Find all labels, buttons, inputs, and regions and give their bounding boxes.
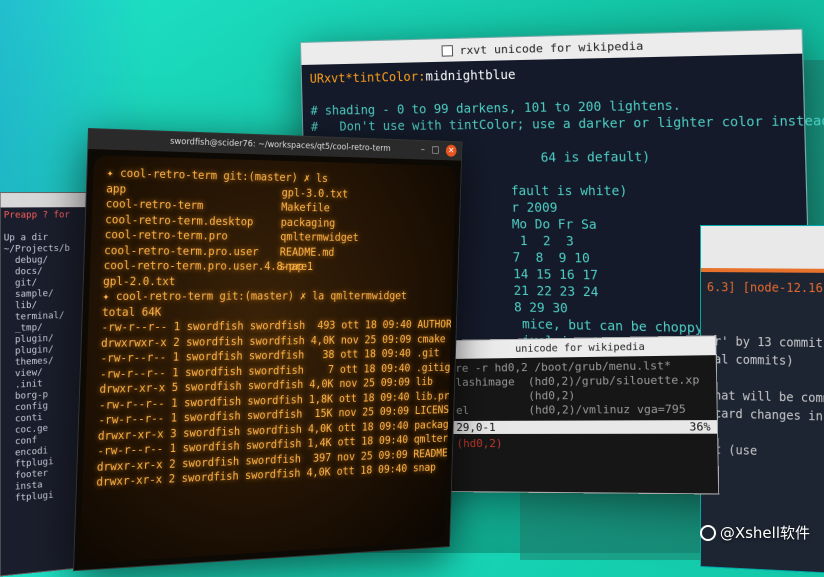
close-button[interactable]: ✕ — [446, 145, 457, 157]
vim-line: el (hd0,2)/vmlinuz vga=795 — [456, 402, 710, 418]
rxvt-small-window[interactable]: unicode for wikipedia re -r hd0,2 /boot/… — [448, 335, 719, 494]
vim-scroll-percent: 36% — [689, 420, 710, 434]
crt-screen[interactable]: ✦ cool-retro-term git:(master) ✗ ls appg… — [80, 155, 456, 564]
crt-ls-entry: README.md — [280, 244, 335, 259]
vim-line: lashimage (hd0,2)/grub/silouette.xp — [455, 373, 709, 390]
rxvt-title: rxvt unicode for wikipedia — [459, 39, 643, 57]
crt-ls-entry: snap — [279, 259, 304, 274]
rxvt-small-title: unicode for wikipedia — [515, 341, 645, 354]
git-line: cal commits) — [707, 350, 824, 372]
git-window-header — [701, 226, 824, 273]
git-line — [707, 296, 824, 316]
vim-content[interactable]: re -r hd0,2 /boot/grub/menu.lst*lashimag… — [449, 355, 717, 421]
crt-ls-row: gpl-2.0.txt — [103, 274, 441, 289]
terminal-icon — [442, 45, 454, 57]
rxvt-resource-value: midnightblue — [425, 67, 515, 83]
vim-cursor-position: 29,0-1 — [456, 421, 495, 434]
vim-status-line: 29,0-1 36% — [450, 420, 717, 434]
git-terminal-content[interactable]: 6.3] [node-12.16 er' by 13 commitscal co… — [701, 272, 824, 470]
crt-la-output: -rw-r--r-- 1 swordfish swordfish 493 ott… — [96, 317, 440, 490]
crt-ls-row: cool-retro-term.pro.user.4.8-pre1snap — [103, 258, 441, 274]
crt-ls-entry: cool-retro-term.pro.user — [104, 243, 280, 260]
git-line: it (use — [707, 440, 824, 464]
watermark-text: @Xshell软件 — [720, 522, 810, 543]
crt-ls-entry: gpl-2.0.txt — [103, 274, 279, 289]
crt-ls-entry: cool-retro-term.pro — [104, 227, 280, 244]
maximize-button[interactable]: □ — [431, 145, 439, 155]
rxvt-small-titlebar[interactable]: unicode for wikipedia — [449, 336, 716, 359]
rxvt-resource-key: URxvt*tintColor: — [310, 69, 426, 86]
close-icon: ✕ — [448, 146, 454, 155]
crt-title: swordfish@scider76: ~/workspaces/qt5/coo… — [170, 137, 391, 154]
minimize-button[interactable]: – — [421, 145, 425, 155]
crt-ls-entry: gpl-3.0.txt — [281, 185, 348, 201]
crt-ls-output: appgpl-3.0.txtcool-retro-termMakefilecoo… — [103, 181, 444, 289]
crt-ls-entry: qmltermwidget — [280, 230, 359, 246]
watermark: @Xshell软件 — [700, 522, 810, 543]
git-line: 6.3] [node-12.16 — [707, 278, 824, 298]
cool-retro-term-window[interactable]: swordfish@scider76: ~/workspaces/qt5/coo… — [73, 128, 462, 571]
rxvt-comment — [310, 88, 317, 102]
vim-line: (hd0,2) — [456, 388, 710, 404]
crt-prompt-la: ✦ cool-retro-term git:(master) ✗ la qmlt… — [102, 289, 440, 305]
crt-ls-entry: cool-retro-term.pro.user.4.8-pre1 — [103, 258, 279, 274]
crt-ls-entry: packaging — [280, 215, 335, 231]
watermark-logo-icon — [700, 525, 716, 541]
crt-ls-entry: Makefile — [281, 200, 330, 216]
vim-bottom-fragment: (hd0,2) — [451, 434, 718, 455]
